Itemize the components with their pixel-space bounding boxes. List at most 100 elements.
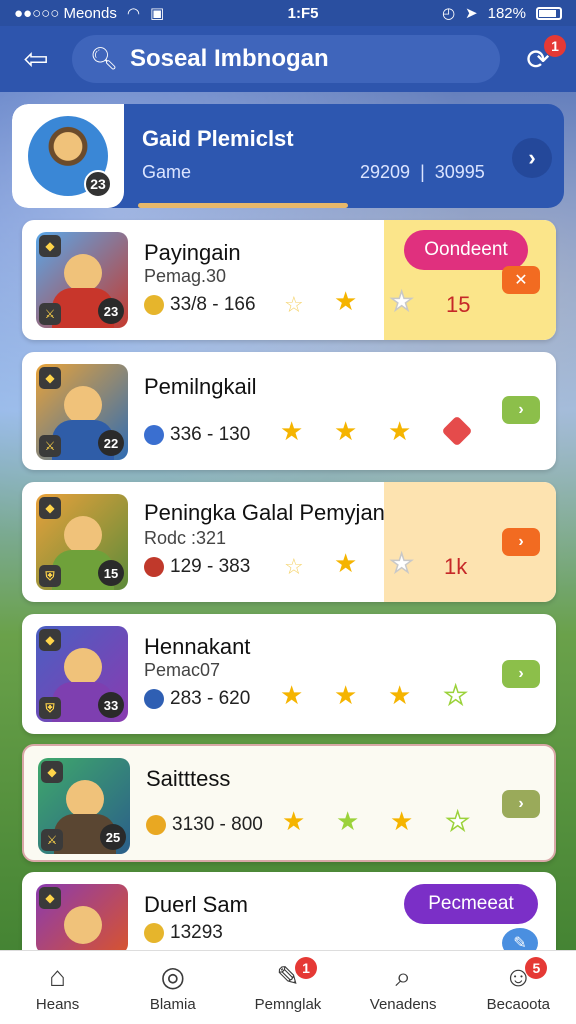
close-button[interactable]: ✕ [502, 266, 540, 294]
item-title: Duerl Sam [144, 892, 248, 917]
nav-item-medal[interactable]: ◎ Blamia [118, 951, 228, 1024]
status-pill[interactable]: Oondeent [404, 230, 528, 270]
list-item[interactable]: ◆ ⚔ 25 Saitttess 3130 - 800 ★ ★ ★ ★ › [22, 744, 556, 862]
star-icon: ★ [334, 286, 358, 316]
profile-stat-separator: | [420, 162, 425, 182]
character-face [64, 906, 102, 944]
chevron-right-icon: › [518, 665, 524, 682]
carrier-signal: ●●○○○ Meonds [14, 4, 117, 22]
character-face [64, 648, 102, 686]
open-button[interactable]: › [502, 396, 540, 424]
nav-item-edit[interactable]: ✎ Pemnglak 1 [233, 951, 343, 1024]
battery-icon [535, 6, 562, 20]
edit-icon: ✎ [513, 935, 527, 950]
level-badge: 25 [100, 824, 126, 850]
bottom-nav: ⌂ Heans ◎ Blamia ✎ Pemnglak 1 ⌕ Venadens… [0, 950, 576, 1024]
profile-card[interactable]: 23 Gaid Plemiclst Game 29209 | 30995 › [12, 104, 564, 208]
notification-badge: 1 [544, 35, 566, 57]
star-icon: ★ [336, 806, 360, 836]
profile-stat-2: 30995 [434, 162, 485, 182]
item-title: Peningka Galal Pemyjan [144, 500, 385, 525]
app-header: ⇦ 🔍︎ Sosеal Imbnogan ⟳ 1 [0, 26, 576, 92]
shield-icon: ⛨ [39, 565, 61, 587]
list-item[interactable]: ◆ ⚔ 22 Pemilngkail 336 - 130 ★ ★ ★ › [22, 352, 556, 470]
list-item[interactable]: ◆ Duerl Sam 13293 Pecmeeat ✎ [22, 872, 556, 950]
character-face [64, 254, 102, 292]
star-icon: ★ [334, 548, 358, 578]
star-half-icon: ☆ [284, 292, 304, 317]
star-icon: ★ [334, 680, 358, 710]
game-thumbnail: ◆ ⚔ 22 [36, 364, 128, 460]
game-thumbnail: ◆ ⛨ 33 [36, 626, 128, 722]
item-stat-value: 33/8 - 166 [170, 294, 256, 315]
item-subtitle: Rodc :321 [144, 528, 227, 548]
star-icon: ★ [280, 680, 304, 710]
nav-item-search[interactable]: ⌕ Venadens [348, 951, 458, 1024]
chevron-right-icon: › [528, 145, 536, 170]
nav-label: Blamia [149, 996, 196, 1013]
more-button[interactable]: ✎ [502, 928, 538, 950]
open-button[interactable]: › [502, 660, 540, 688]
open-button[interactable]: › [502, 790, 540, 818]
character-face [66, 780, 104, 818]
coin-icon [144, 295, 164, 315]
star-empty-icon: ★ [389, 548, 414, 578]
search-bar[interactable]: 🔍︎ Sosеal Imbnogan [72, 35, 500, 83]
item-stat: 336 - 130 [144, 424, 250, 446]
back-button[interactable]: ⇦ [16, 39, 56, 79]
status-bar: ●●○○○ Meonds ◠ ▣ 1:F5 ◴ ➤ 182% [0, 0, 576, 26]
home-icon: ⌂ [49, 961, 67, 992]
profile-next-button[interactable]: › [512, 138, 552, 178]
status-pill[interactable]: Pecmeeat [404, 884, 538, 924]
game-badge-icon: ◆ [39, 367, 61, 389]
game-thumbnail: ◆ [36, 884, 128, 950]
game-thumbnail: ◆ ⚔ 25 [38, 758, 130, 854]
game-badge-icon: ◆ [39, 497, 61, 519]
alarm-icon: ◴ [441, 5, 456, 22]
list-item[interactable]: ◆ ⛨ 33 Hennakant Pemac07 283 - 620 ★ ★ ★… [22, 614, 556, 734]
profile-title: Gaid Plemiclst [142, 126, 294, 151]
item-title: Payingain [144, 240, 241, 265]
item-value: 1k [444, 554, 468, 579]
sword-icon: ⚔ [41, 829, 63, 851]
item-stat-value: 336 - 130 [170, 424, 251, 445]
star-icon: ★ [390, 806, 414, 836]
item-title: Pemilngkail [144, 374, 257, 399]
search-text: Sosеal Imbnogan [129, 45, 329, 72]
coin-icon [144, 923, 164, 943]
message-icon: ▣ [149, 5, 165, 22]
item-stat: 33/8 - 166 [144, 294, 256, 316]
level-badge: 22 [98, 430, 124, 456]
close-icon: ✕ [514, 272, 528, 289]
game-badge-icon: ◆ [39, 629, 61, 651]
nav-badge: 1 [294, 956, 317, 979]
item-title: Hennakant [144, 634, 251, 659]
search-icon: ⌕ [395, 961, 411, 992]
notification-button[interactable]: ⟳ 1 [516, 35, 566, 81]
search-icon: 🔍︎ [90, 46, 118, 71]
game-thumbnail: ◆ ⚔ 23 [36, 232, 128, 328]
item-stat-value: 3130 - 800 [172, 814, 263, 835]
sword-icon: ⚔ [39, 435, 61, 457]
status-left: ●●○○○ Meonds ◠ ▣ [14, 4, 165, 23]
nav-item-profile[interactable]: ☺ Becaoota 5 [463, 951, 573, 1024]
game-badge-icon: ◆ [39, 235, 61, 257]
profile-progress-bar [138, 203, 348, 208]
star-half-icon: ☆ [284, 554, 304, 579]
item-subtitle: Pemag.30 [144, 266, 227, 286]
open-button[interactable]: › [502, 528, 540, 556]
shield-icon: ⛨ [39, 697, 61, 719]
profile-subtitle: Game [142, 162, 192, 182]
character-face [64, 386, 102, 424]
list-item[interactable]: ◆ ⛨ 15 Peningka Galal Pemyjan Rodc :321 … [22, 482, 556, 602]
star-empty-icon: ★ [443, 680, 468, 710]
level-badge: 15 [98, 560, 124, 586]
nav-item-home[interactable]: ⌂ Heans [3, 951, 113, 1024]
star-icon: ★ [388, 416, 412, 446]
nav-label: Venadens [369, 996, 437, 1013]
star-icon: ★ [388, 680, 412, 710]
list-item[interactable]: ◆ ⚔ 23 Payingain Pemag.30 33/8 - 166 ☆ ★… [22, 220, 556, 340]
nav-label: Becaoota [486, 996, 551, 1013]
star-icon: ★ [334, 416, 358, 446]
status-time: 1:F5 [287, 4, 319, 22]
